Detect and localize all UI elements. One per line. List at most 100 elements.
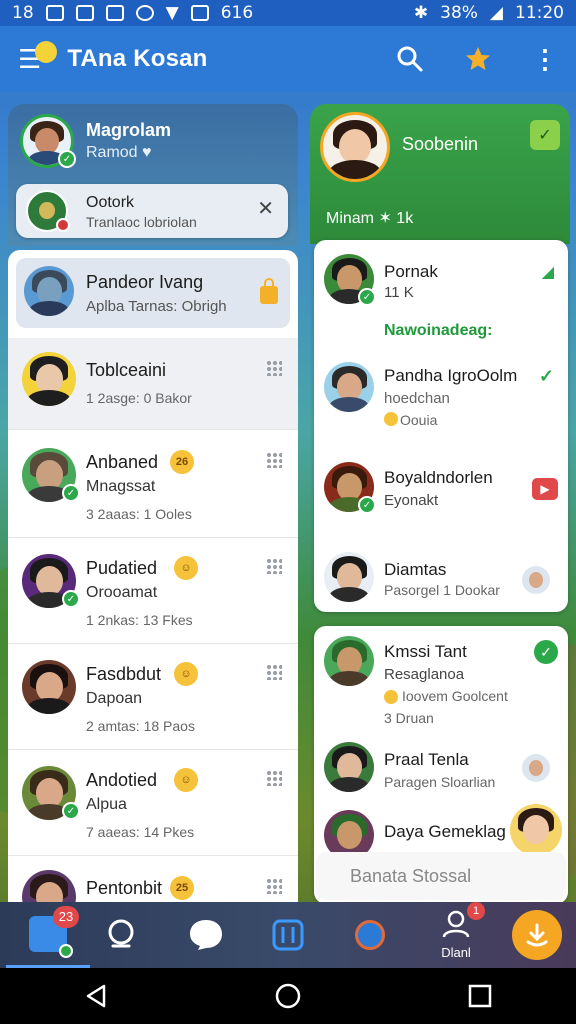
chat-preview: Aplba Tarnas: Obrigh bbox=[86, 298, 227, 315]
profile-status: Ramod ♥ bbox=[86, 144, 152, 161]
drag-handle-icon[interactable] bbox=[266, 558, 282, 574]
mini-avatar bbox=[522, 754, 550, 782]
back-icon[interactable] bbox=[82, 982, 110, 1010]
list-item[interactable]: Praal Tenla Paragen Sloarlian bbox=[314, 738, 568, 798]
record-icon bbox=[135, 5, 154, 21]
chat-preview: Alpua bbox=[86, 796, 127, 813]
chat-preview: Resaglanoa bbox=[384, 666, 465, 683]
signal-icon: ◢ bbox=[489, 3, 503, 23]
drag-handle-icon[interactable] bbox=[266, 664, 282, 680]
chat-meta: 7 aaeas: 14 Pkes bbox=[86, 824, 195, 840]
drag-handle-icon[interactable] bbox=[266, 452, 282, 468]
chat-name: Andotied bbox=[86, 770, 158, 790]
compose-input[interactable]: Banata Stossal bbox=[316, 852, 566, 900]
bluetooth-icon: ✱ bbox=[413, 3, 429, 23]
status-extra: 616 bbox=[220, 3, 254, 23]
nav-search[interactable] bbox=[96, 902, 148, 968]
list-item[interactable]: Toblceaini 1 2asge: 0 Bakor bbox=[8, 338, 298, 430]
chat-name: Pandha IgroOolm bbox=[384, 366, 518, 385]
nav-contacts[interactable]: 1 Dlanl bbox=[428, 902, 485, 968]
chat-name: Kmssi Tant bbox=[384, 642, 467, 661]
avatar bbox=[22, 352, 76, 406]
home-icon[interactable] bbox=[274, 982, 302, 1010]
chat-name: Pornak bbox=[384, 262, 438, 281]
system-nav-bar bbox=[0, 968, 576, 1024]
recents-icon[interactable] bbox=[466, 982, 494, 1010]
list-item[interactable]: Pandha IgroOolm hoedchan Oouia ✓ bbox=[314, 356, 568, 446]
chat-group-card: ✓ Pornak 11 K Nawoinadeag: ◢ Pandha Igro… bbox=[314, 240, 568, 612]
bubble-icon bbox=[190, 920, 222, 950]
book-icon bbox=[272, 919, 304, 951]
nav-library[interactable] bbox=[262, 902, 314, 968]
check-circle-icon: ✓ bbox=[534, 640, 558, 664]
list-item[interactable]: ✓ Pornak 11 K Nawoinadeag: ◢ bbox=[314, 240, 568, 352]
list-item[interactable]: ✓ Boyaldndorlen Eyonakt ▶ bbox=[314, 456, 568, 540]
download-icon bbox=[512, 910, 562, 960]
list-item[interactable]: Daya Gemeklag bbox=[314, 804, 568, 860]
chat-meta: Oouia bbox=[400, 412, 438, 428]
avatar bbox=[324, 636, 374, 686]
drag-handle-icon[interactable] bbox=[266, 770, 282, 786]
online-dot bbox=[59, 943, 73, 958]
close-icon[interactable]: ✕ bbox=[257, 196, 274, 221]
list-item[interactable]: Kmssi Tant Resaglanoa Ioovem Goolcent 3 … bbox=[314, 626, 568, 730]
star-icon[interactable] bbox=[464, 45, 492, 73]
verified-icon: ✓ bbox=[62, 484, 80, 502]
list-item[interactable]: Pandeor Ivang Aplba Tarnas: Obrigh bbox=[16, 258, 290, 328]
search-nav-icon bbox=[108, 919, 134, 948]
chat-name: Diamtas bbox=[384, 560, 447, 579]
chat-name: Anbaned bbox=[86, 452, 159, 472]
check-icon: ✓ bbox=[538, 366, 554, 386]
right-panel: Soobenin ✓ Minam ✶ 1k ✓ Pornak 11 K Nawo… bbox=[310, 104, 570, 904]
chat-meta-2: 3 Druan bbox=[384, 710, 434, 726]
emoji-icon: ☺ bbox=[174, 556, 198, 580]
verified-icon: ✓ bbox=[62, 802, 80, 820]
unread-badge: 23 bbox=[53, 905, 79, 928]
emoji-badge: 25 bbox=[170, 876, 194, 900]
chat-name: Pandeor Ivang bbox=[86, 272, 204, 292]
avatar[interactable] bbox=[320, 112, 390, 182]
app-title: TAna Kosan bbox=[67, 45, 208, 72]
shield-icon bbox=[105, 5, 124, 21]
signal-icon: ◢ bbox=[541, 264, 554, 281]
emoji-icon: ☺ bbox=[174, 662, 198, 686]
chat-preview: Dapoan bbox=[86, 690, 143, 707]
verified-icon: ✓ bbox=[358, 288, 376, 306]
video-icon[interactable]: ▶ bbox=[532, 478, 558, 500]
notification-subtitle: Tranlaoc lobriolan bbox=[86, 214, 197, 230]
right-header: Soobenin ✓ Minam ✶ 1k bbox=[310, 104, 570, 244]
notification-card[interactable]: Ootork Tranlaoc lobriolan ✕ bbox=[16, 184, 288, 238]
nav-location[interactable] bbox=[344, 902, 396, 968]
nav-download[interactable] bbox=[510, 902, 564, 968]
chat-name: Daya Gemeklag bbox=[384, 822, 506, 841]
mini-avatar bbox=[522, 566, 550, 594]
contacts-icon: 1 bbox=[441, 902, 485, 943]
status-time-left: 18 bbox=[12, 3, 34, 23]
chat-check-icon[interactable]: ✓ bbox=[530, 120, 560, 150]
search-icon[interactable] bbox=[396, 45, 424, 73]
notification-icon bbox=[45, 5, 64, 21]
chat-name: Praal Tenla bbox=[384, 750, 469, 769]
chat-preview: Mnagssat bbox=[86, 478, 156, 495]
nav-messages[interactable] bbox=[180, 902, 232, 968]
screen: 18 ▼ 616 ✱ 38% ◢ 11:20 ☰ TAna Kosan ⋮ ✓ … bbox=[0, 0, 576, 1024]
verified-icon: ✓ bbox=[58, 150, 76, 168]
list-item[interactable]: ✓ Anbaned 26 Mnagssat 3 2aaas: 1 Ooles bbox=[8, 432, 298, 538]
list-item[interactable]: ✓ Andotied ☺ Alpua 7 aaeas: 14 Pkes bbox=[8, 750, 298, 856]
drag-handle-icon[interactable] bbox=[266, 360, 282, 376]
status-bar: 18 ▼ 616 ✱ 38% ◢ 11:20 bbox=[0, 0, 576, 26]
header-name: Soobenin bbox=[402, 134, 479, 154]
profile-card: ✓ Magrolam Ramod ♥ Ootork Tranlaoc lobri… bbox=[8, 104, 298, 246]
list-item[interactable]: Diamtas Pasorgel 1 Dookar bbox=[314, 548, 568, 612]
status-clock: 11:20 bbox=[515, 3, 564, 23]
drag-handle-icon[interactable] bbox=[266, 878, 282, 894]
list-item[interactable]: Fasdbdut ☺ Dapoan 2 amtas: 18 Paos bbox=[8, 644, 298, 750]
list-item[interactable]: Pentonbit 25 bbox=[8, 856, 298, 904]
chat-name: Pudatied bbox=[86, 558, 158, 578]
avatar bbox=[324, 362, 374, 412]
list-item[interactable]: ✓ Pudatied ☺ Orooamat 1 2nkas: 13 Fkes bbox=[8, 538, 298, 644]
chat-preview: Orooamat bbox=[86, 584, 158, 601]
nav-chats[interactable]: 23 bbox=[6, 902, 90, 968]
more-icon[interactable]: ⋮ bbox=[532, 44, 558, 75]
notification-title: Ootork bbox=[86, 194, 135, 211]
